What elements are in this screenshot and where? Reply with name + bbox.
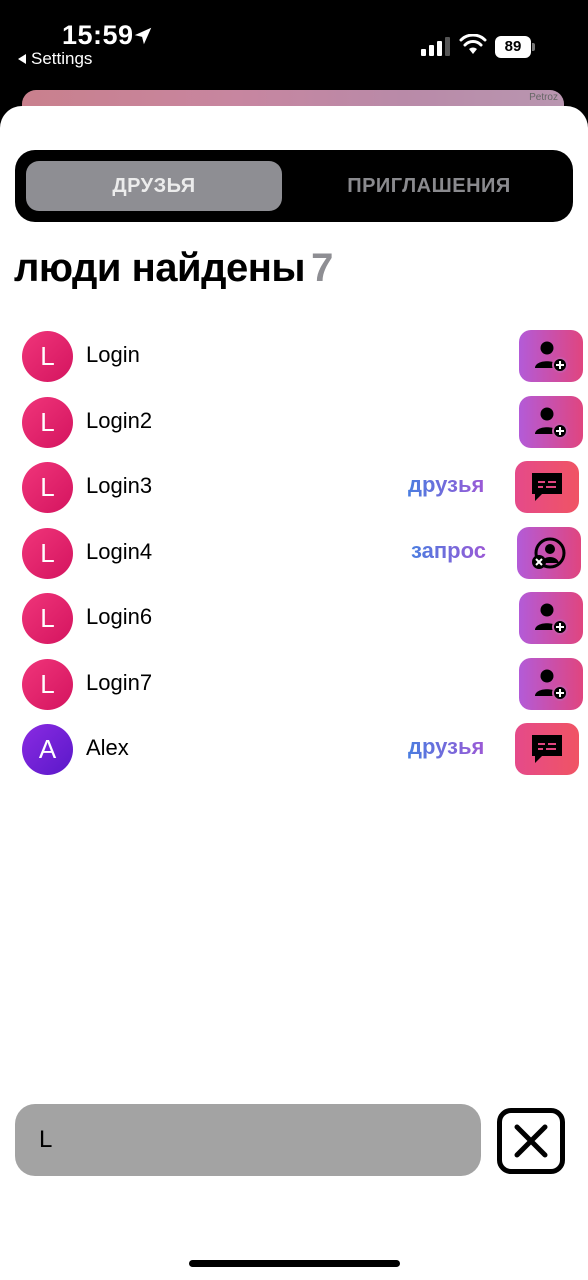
add-friend-icon	[535, 669, 568, 701]
add-friend-button[interactable]	[519, 592, 583, 644]
battery-tip	[532, 43, 535, 51]
user-row[interactable]: L Login4 запрос	[0, 521, 588, 587]
cellular-signal-icon	[421, 37, 450, 56]
search-input[interactable]: L	[15, 1104, 481, 1176]
user-row[interactable]: L Login	[0, 324, 588, 390]
battery-level: 89	[495, 36, 531, 58]
user-name: Login3	[86, 473, 153, 498]
user-name: Login	[86, 342, 140, 367]
search-value: L	[39, 1126, 53, 1153]
back-arrow-icon	[18, 54, 26, 64]
result-count: 7	[311, 246, 333, 290]
user-name: Login7	[86, 669, 153, 695]
title-text: люди найдены	[14, 246, 306, 290]
user-name: Alex	[86, 735, 129, 760]
friend-status-label: друзья	[408, 734, 485, 759]
back-label: Settings	[31, 49, 93, 68]
user-row[interactable]: L Login6	[0, 586, 588, 652]
close-icon	[514, 1124, 548, 1158]
battery-indicator: 89	[495, 36, 535, 58]
status-bar: 15:59 Settings 89	[0, 0, 588, 100]
avatar: L	[22, 462, 73, 513]
map-place-label: Petroz	[529, 92, 558, 103]
close-button[interactable]	[497, 1108, 565, 1174]
location-arrow-icon	[134, 27, 152, 45]
tab-switcher: ДРУЗЬЯ ПРИГЛАШЕНИЯ	[15, 150, 573, 222]
user-list: L Login L Login2 L Login3 друзья L Login…	[0, 324, 588, 783]
clock: 15:59	[62, 20, 134, 50]
add-friend-button[interactable]	[519, 395, 583, 448]
wifi-icon	[459, 34, 487, 54]
tab-invitations[interactable]: ПРИГЛАШЕНИЯ	[300, 161, 558, 211]
friend-status-label: друзья	[408, 472, 485, 497]
add-friend-icon	[535, 407, 568, 439]
message-icon	[532, 473, 562, 501]
avatar: L	[22, 331, 73, 382]
avatar: L	[22, 527, 73, 579]
add-friend-button[interactable]	[519, 330, 583, 382]
message-button[interactable]	[515, 461, 579, 513]
add-friend-icon	[535, 603, 568, 635]
avatar: L	[22, 658, 73, 710]
home-indicator	[189, 1260, 400, 1267]
tab-friends[interactable]: ДРУЗЬЯ	[26, 161, 282, 211]
user-row[interactable]: L Login7	[0, 652, 588, 718]
message-button[interactable]	[515, 723, 579, 775]
page-title: люди найдены 7	[14, 246, 333, 291]
cancel-request-icon	[532, 537, 566, 569]
avatar: L	[22, 593, 73, 644]
add-friend-button[interactable]	[519, 657, 583, 710]
add-friend-icon	[535, 341, 568, 373]
user-row[interactable]: A Alex друзья	[0, 717, 588, 783]
user-name: Login6	[86, 604, 153, 629]
user-row[interactable]: L Login2	[0, 390, 588, 456]
back-to-settings[interactable]: Settings	[18, 49, 92, 69]
message-icon	[532, 735, 562, 763]
user-row[interactable]: L Login3 друзья	[0, 455, 588, 521]
request-status-label: запрос	[411, 537, 486, 563]
avatar: L	[22, 396, 73, 448]
avatar: A	[22, 724, 73, 775]
people-sheet: ДРУЗЬЯ ПРИГЛАШЕНИЯ люди найдены 7 L Login…	[0, 106, 588, 1280]
user-name: Login2	[86, 407, 153, 433]
user-name: Login4	[86, 538, 153, 564]
cancel-request-button[interactable]	[517, 526, 581, 579]
